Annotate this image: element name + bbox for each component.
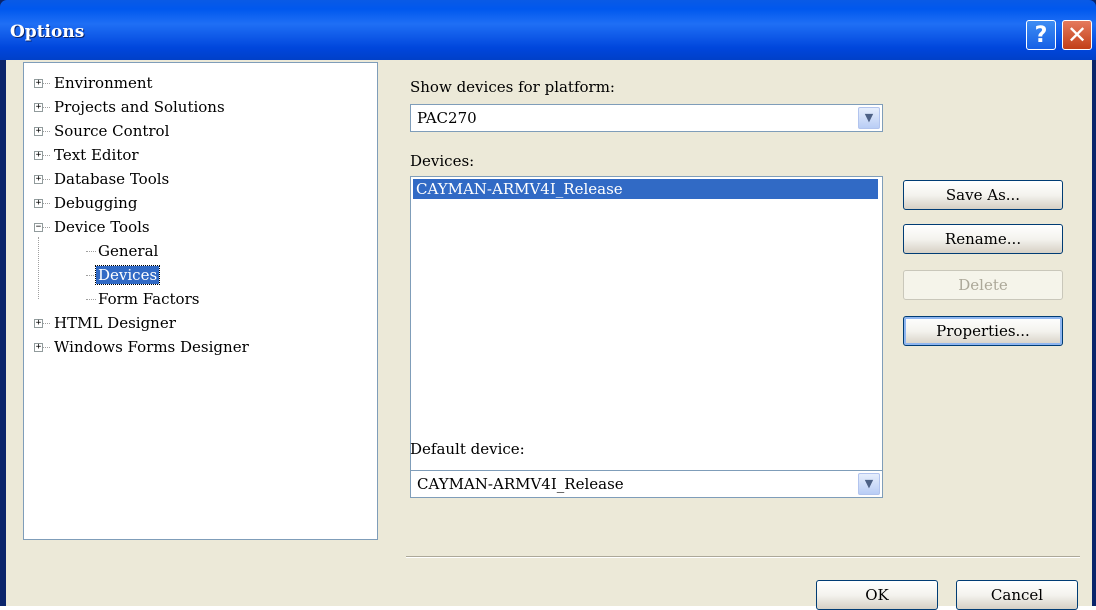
- expand-icon[interactable]: +: [34, 151, 43, 160]
- platform-select[interactable]: PAC270 ▼: [410, 104, 883, 132]
- tree-item-devices[interactable]: Devices: [34, 265, 161, 285]
- expand-icon[interactable]: +: [34, 79, 43, 88]
- devices-list[interactable]: CAYMAN-ARMV4I_Release: [410, 176, 883, 484]
- tree-item-label: Text Editor: [54, 146, 139, 164]
- tree-item-database-tools[interactable]: + Database Tools: [34, 169, 169, 189]
- tree-item-projects-and-solutions[interactable]: + Projects and Solutions: [34, 97, 225, 117]
- collapse-icon[interactable]: −: [34, 223, 43, 232]
- footer-divider: [406, 556, 1080, 558]
- delete-button[interactable]: Delete: [903, 270, 1063, 300]
- options-window: Options ? ✕ + Environment + Projects and…: [0, 0, 1096, 610]
- rename-button[interactable]: Rename...: [903, 224, 1063, 254]
- dialog-client-area: + Environment + Projects and Solutions +…: [6, 60, 1092, 610]
- tree-item-label: HTML Designer: [54, 314, 176, 332]
- expand-icon[interactable]: +: [34, 127, 43, 136]
- default-device-value: CAYMAN-ARMV4I_Release: [417, 475, 624, 493]
- properties-button[interactable]: Properties...: [903, 316, 1063, 346]
- expand-icon[interactable]: +: [34, 175, 43, 184]
- options-tree[interactable]: + Environment + Projects and Solutions +…: [23, 62, 378, 540]
- tree-item-label: General: [98, 242, 159, 260]
- tree-item-label: Windows Forms Designer: [54, 338, 249, 356]
- tree-item-label: Form Factors: [98, 290, 200, 308]
- close-button[interactable]: ✕: [1062, 20, 1092, 50]
- tree-item-label: Database Tools: [54, 170, 170, 188]
- chevron-down-icon[interactable]: ▼: [858, 107, 880, 129]
- tree-item-general[interactable]: General: [34, 241, 158, 261]
- devices-label: Devices:: [410, 152, 475, 170]
- tree-item-form-factors[interactable]: Form Factors: [34, 289, 199, 309]
- default-device-label: Default device:: [410, 440, 525, 458]
- tree-item-source-control[interactable]: + Source Control: [34, 121, 169, 141]
- help-icon: ?: [1034, 22, 1048, 48]
- platform-value: PAC270: [417, 109, 477, 127]
- title-bar[interactable]: Options ? ✕: [0, 0, 1096, 60]
- default-device-select[interactable]: CAYMAN-ARMV4I_Release ▼: [410, 470, 883, 498]
- platform-label: Show devices for platform:: [410, 78, 615, 96]
- save-as-button[interactable]: Save As...: [903, 180, 1063, 210]
- tree-item-label: Device Tools: [54, 218, 150, 236]
- expand-icon[interactable]: +: [34, 103, 43, 112]
- tree-item-environment[interactable]: + Environment: [34, 73, 153, 93]
- tree-item-text-editor[interactable]: + Text Editor: [34, 145, 139, 165]
- tree-item-debugging[interactable]: + Debugging: [34, 193, 137, 213]
- tree-item-html-designer[interactable]: + HTML Designer: [34, 313, 176, 333]
- chevron-down-icon[interactable]: ▼: [858, 473, 880, 495]
- list-item[interactable]: CAYMAN-ARMV4I_Release: [413, 179, 878, 199]
- tree-item-label: Source Control: [54, 122, 170, 140]
- expand-icon[interactable]: +: [34, 319, 43, 328]
- tree-item-label: Debugging: [54, 194, 138, 212]
- close-icon: ✕: [1066, 21, 1088, 49]
- tree-item-label: Environment: [54, 74, 153, 92]
- tree-item-windows-forms-designer[interactable]: + Windows Forms Designer: [34, 337, 249, 357]
- tree-item-device-tools[interactable]: − Device Tools: [34, 217, 150, 237]
- window-title: Options: [10, 22, 85, 42]
- expand-icon[interactable]: +: [34, 199, 43, 208]
- tree-item-label: Devices: [94, 265, 161, 285]
- tree-item-label: Projects and Solutions: [54, 98, 225, 116]
- help-button[interactable]: ?: [1026, 20, 1056, 50]
- expand-icon[interactable]: +: [34, 343, 43, 352]
